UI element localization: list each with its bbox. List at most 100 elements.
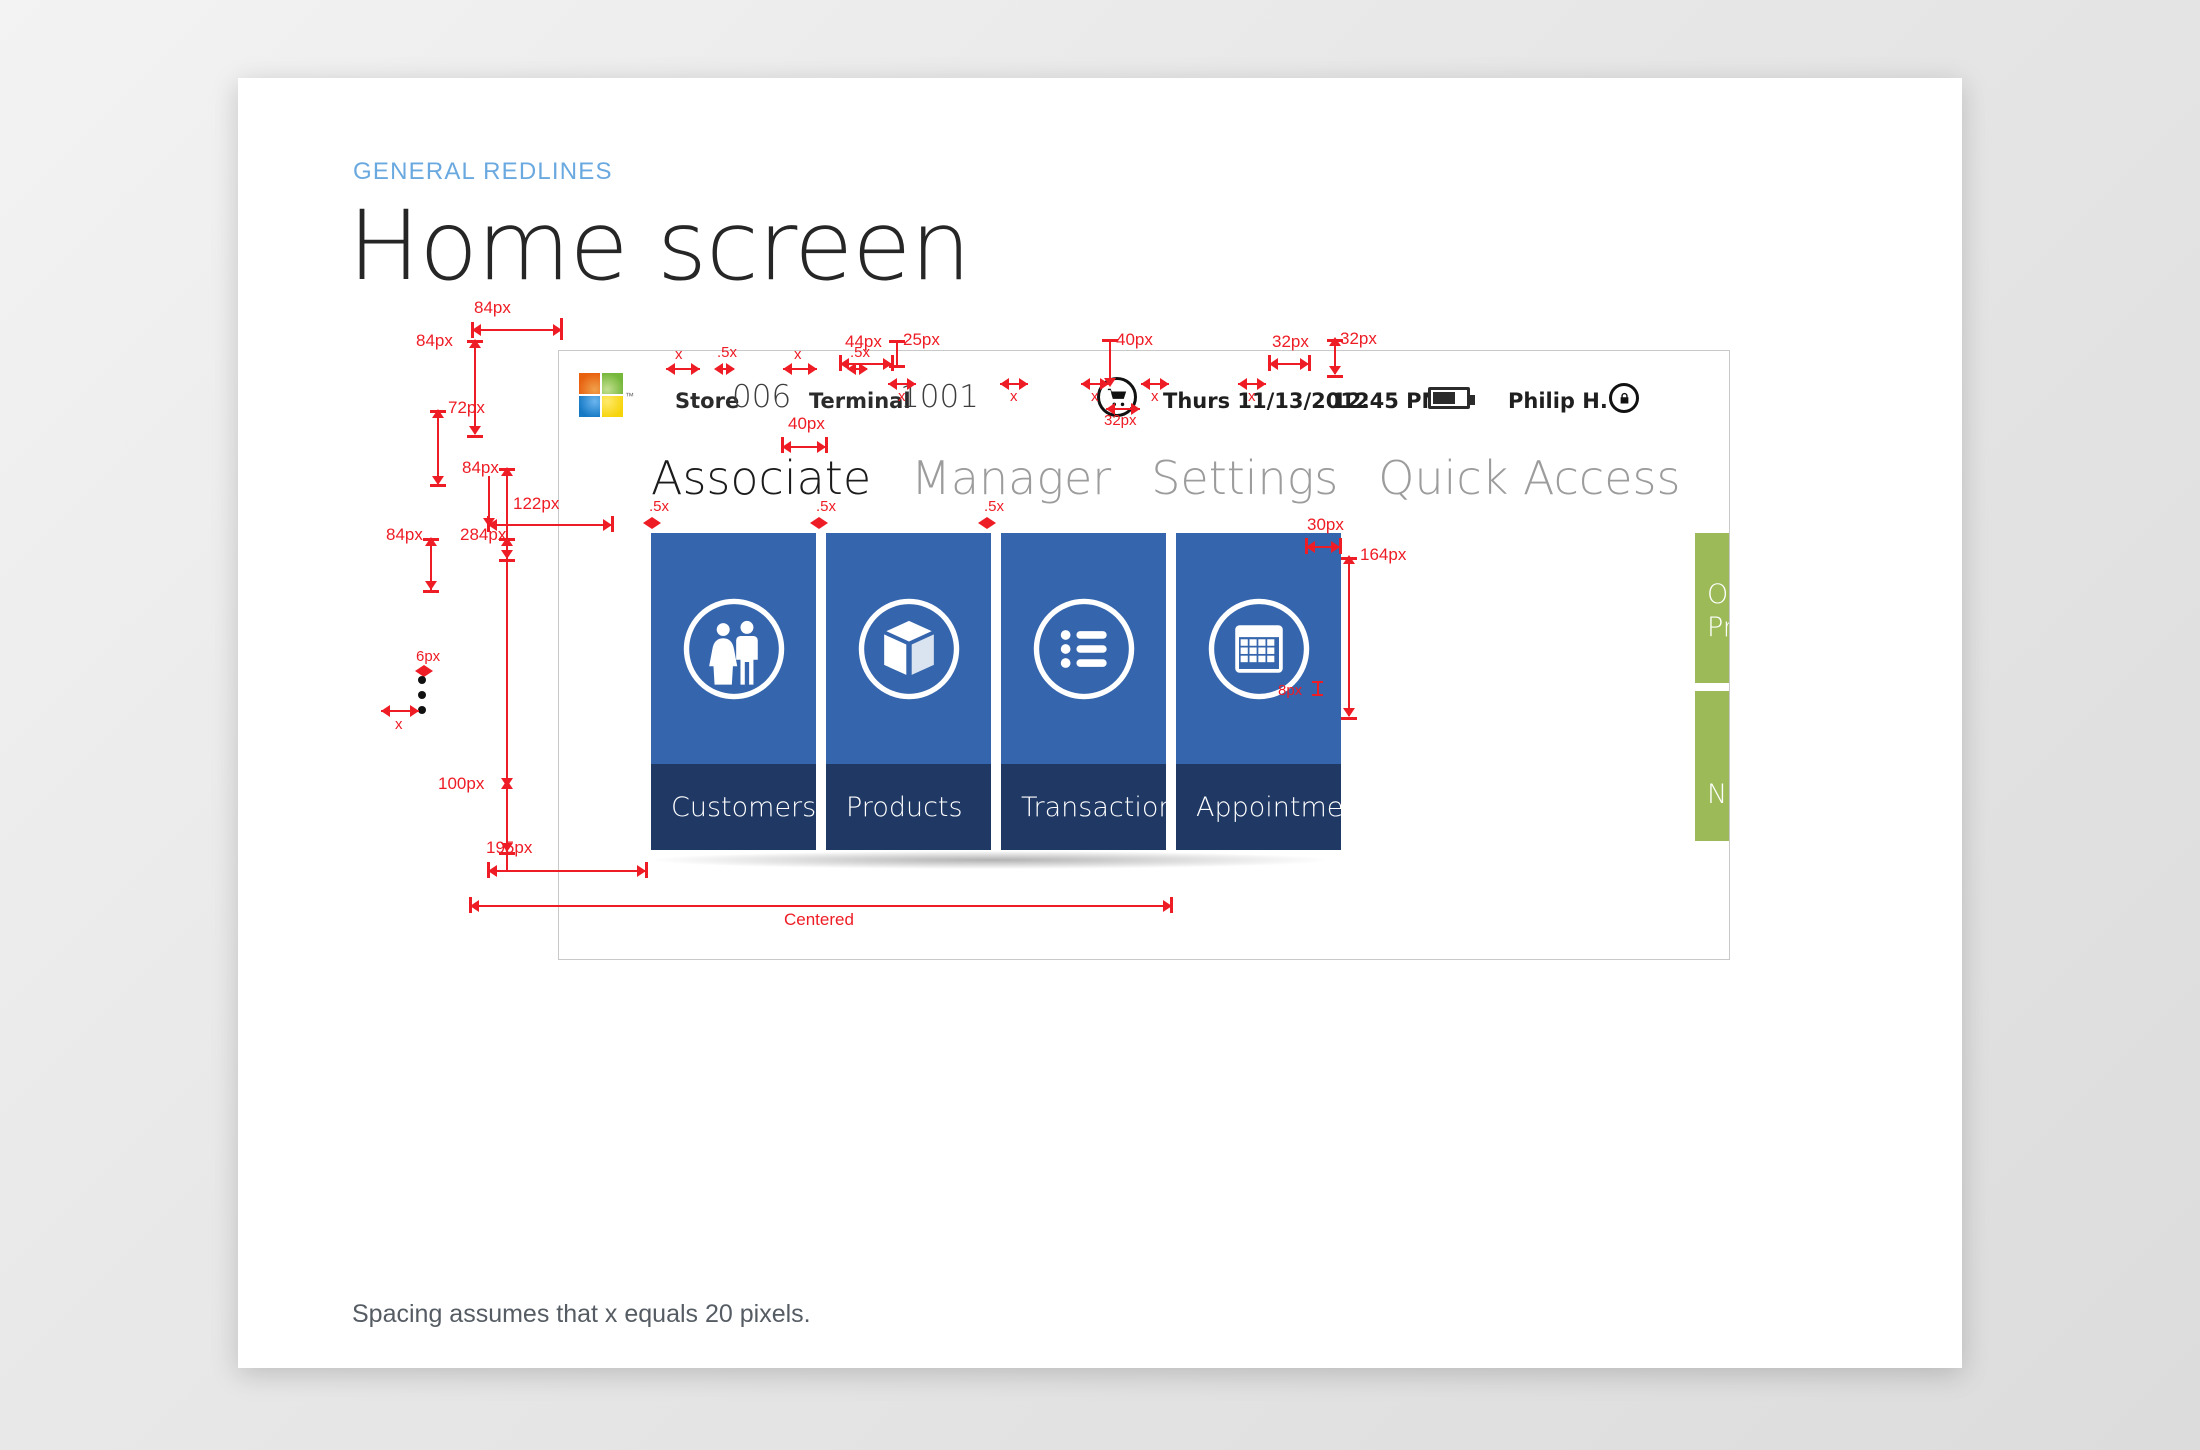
endcap [471, 322, 474, 338]
tile-icon-area [1176, 533, 1341, 764]
arrowhead [1000, 378, 1009, 390]
annotation-tile-gap: .5x [816, 498, 836, 515]
tile-footer: Products [826, 764, 991, 850]
annotation-dots-size: 6px [416, 648, 440, 665]
arrowhead [987, 517, 996, 529]
screenshot-root: GENERAL REDLINES Home screen Spacing ass… [0, 0, 2200, 1450]
annotation-cart-top: 25px [903, 330, 940, 350]
arrowhead [810, 517, 819, 529]
arrowhead [410, 705, 419, 717]
app-nav: Associate Manager Settings Quick Access [651, 451, 1720, 505]
endcap [1305, 538, 1308, 554]
endcap [1341, 717, 1357, 720]
tile-icon-area [826, 533, 991, 764]
annotation-line [488, 870, 646, 872]
annotation-x: x [898, 388, 906, 405]
arrowhead [425, 581, 437, 590]
endcap [487, 862, 490, 878]
arrowhead [501, 780, 513, 789]
lock-icon[interactable] [1609, 383, 1639, 413]
arrowhead [1141, 378, 1150, 390]
green-tile-notifications[interactable]: N [1695, 691, 1730, 841]
arrowhead [819, 517, 828, 529]
annotation-half-x: .5x [717, 344, 737, 361]
arrowhead [483, 518, 495, 527]
endcap [499, 468, 515, 471]
annotation-green-gap: 30px [1307, 515, 1344, 535]
arrowhead [381, 705, 390, 717]
green-tile-label: O Pr [1707, 579, 1730, 645]
annotation-line [437, 412, 439, 484]
endcap [499, 538, 515, 541]
tile-products[interactable]: Products [826, 533, 991, 850]
nav-tab-quick-access[interactable]: Quick Access [1378, 451, 1680, 505]
tile-footer: Customers [651, 764, 816, 850]
annotation-line [474, 342, 476, 434]
tile-label: Products [826, 792, 963, 823]
microsoft-logo-icon: ™ [579, 373, 623, 417]
tile-footer: Transactions [1001, 764, 1166, 850]
nav-tab-associate[interactable]: Associate [651, 451, 871, 505]
annotation-cart-size: 44px [845, 332, 882, 352]
arrowhead [808, 363, 817, 375]
annotation-battery-top: 40px [1116, 330, 1153, 350]
annotation-tile-gap: .5x [984, 498, 1004, 515]
endcap [1312, 694, 1323, 696]
app-mockup-frame: ™ Store 006 Terminal 1001 Thurs 11/13/20… [558, 350, 1730, 960]
annotation-x: x [1151, 388, 1159, 405]
nav-tab-settings[interactable]: Settings [1151, 451, 1338, 505]
endcap [781, 437, 784, 453]
arrowhead [643, 517, 652, 529]
annotation-tile-top-total: 284px [460, 525, 506, 545]
endcap [1102, 339, 1118, 342]
tile-icon-area [651, 533, 816, 764]
annotation-line [470, 905, 1172, 907]
arrowhead [1257, 378, 1266, 390]
annotation-nav-gap: 40px [788, 414, 825, 434]
tiles-drop-shadow [655, 851, 1325, 869]
annotation-logo-to-nav: 72px [448, 398, 485, 418]
annotation-line [488, 524, 612, 526]
annotation-lock-right: 32px [1340, 329, 1377, 349]
arrowhead [1329, 366, 1341, 375]
annotation-tile-icon-inset: 122px [513, 494, 559, 514]
annotation-line [1348, 558, 1350, 716]
annotation-x: x [1010, 388, 1018, 405]
endcap [430, 410, 446, 413]
endcap [839, 355, 842, 371]
arrowhead [652, 517, 661, 529]
nav-tab-manager[interactable]: Manager [911, 451, 1111, 505]
tile-grid: Customers Products [651, 533, 1341, 850]
endcap [469, 897, 472, 913]
endcap [1341, 557, 1357, 560]
arrowhead [469, 426, 481, 435]
arrowhead [783, 363, 792, 375]
endcap [430, 484, 446, 487]
arrowhead [691, 363, 700, 375]
endcap [891, 355, 894, 371]
tile-customers[interactable]: Customers [651, 533, 816, 850]
tile-transactions[interactable]: Transactions [1001, 533, 1166, 850]
annotation-green-spacing: 8px [1278, 682, 1302, 699]
arrowhead [888, 378, 897, 390]
annotation-tile-gap: .5x [649, 498, 669, 515]
arrowhead [1081, 378, 1090, 390]
endcap [1308, 355, 1311, 371]
annotation-green-height: 164px [1360, 545, 1406, 565]
arrowhead [666, 363, 675, 375]
couple-people-icon [680, 595, 788, 703]
store-value: 006 [732, 379, 791, 415]
annotation-lock-size: 32px [1272, 332, 1309, 352]
header-time: 12:45 PM [1332, 389, 1442, 413]
annotation-line [488, 476, 490, 524]
arrowhead [1238, 378, 1247, 390]
slide-eyebrow: GENERAL REDLINES [353, 158, 613, 186]
green-tile-open-promotions[interactable]: O Pr [1695, 533, 1730, 683]
annotation-dots-inset: x [395, 716, 403, 733]
bulleted-list-icon [1030, 595, 1138, 703]
endcap [825, 437, 828, 453]
tile-label: Transactions [1001, 792, 1190, 823]
green-tile-label: N [1707, 779, 1727, 812]
arrowhead [1100, 378, 1109, 390]
green-tile-column: O Pr N [1695, 533, 1730, 841]
